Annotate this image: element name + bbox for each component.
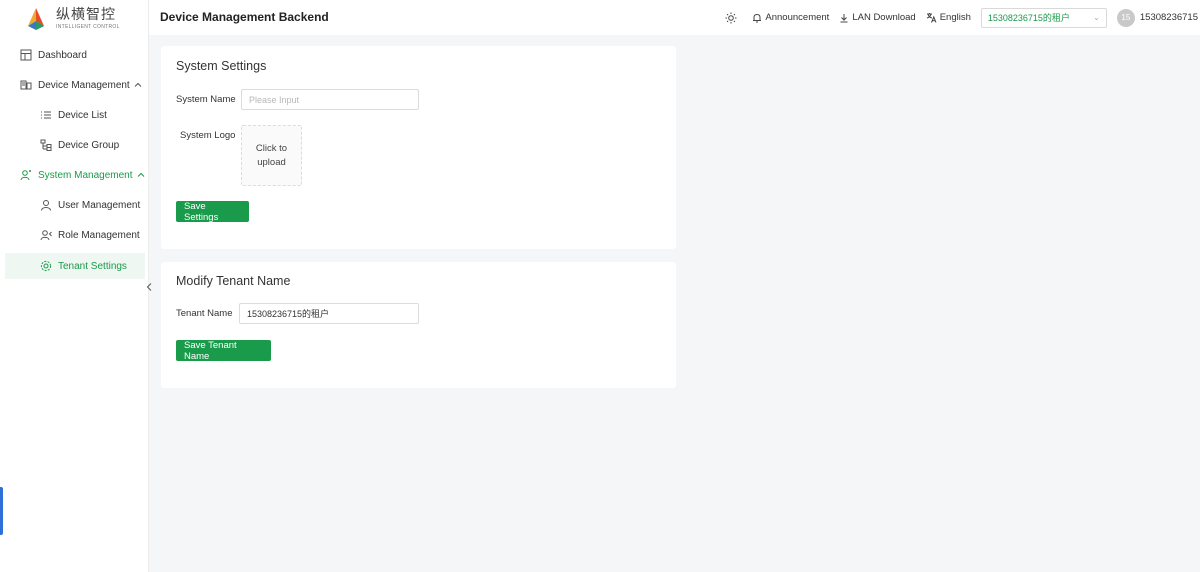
- save-settings-button[interactable]: Save Settings: [176, 201, 249, 223]
- user-name[interactable]: 15308236715: [1140, 12, 1198, 23]
- gear-icon: [40, 260, 52, 272]
- brand-name-cn: 纵横智控: [56, 7, 116, 23]
- upload-text-line2: upload: [257, 156, 286, 168]
- user-icon: [41, 200, 51, 211]
- top-header: Device Management Backend Announcement L…: [149, 0, 1200, 35]
- sidebar-item-label: System Management: [38, 169, 133, 181]
- tenant-name-input[interactable]: 15308236715的租户: [239, 303, 419, 324]
- sun-icon: [725, 12, 737, 23]
- tenant-name-title: Modify Tenant Name: [176, 274, 291, 288]
- tenant-name-card: Modify Tenant Name Tenant Name 153082367…: [161, 262, 676, 388]
- brand-logo: 纵横智控 INTELLIGENT CONTROL: [24, 5, 134, 33]
- side-drawer-tab[interactable]: [0, 487, 3, 535]
- system-name-label: System Name: [176, 94, 236, 105]
- announcement-button[interactable]: Announcement: [752, 12, 829, 23]
- upload-text-line1: Click to: [255, 142, 288, 154]
- system-management-icon: [20, 170, 31, 181]
- chevron-down-icon: ⌄: [1093, 13, 1100, 22]
- sidebar-item-role-management[interactable]: Role Management: [40, 222, 140, 248]
- group-icon: [40, 139, 52, 151]
- language-label: English: [939, 12, 971, 23]
- sidebar-item-label: Role Management: [58, 229, 140, 241]
- list-icon: [41, 111, 51, 119]
- avatar[interactable]: 15: [1116, 8, 1135, 27]
- language-switch[interactable]: English: [926, 12, 971, 23]
- logo-mark-icon: [28, 8, 44, 30]
- system-settings-card: System Settings System Name Please Input…: [161, 46, 676, 249]
- sidebar-item-label: Tenant Settings: [58, 260, 127, 272]
- system-settings-title: System Settings: [176, 59, 267, 73]
- logo-upload-box[interactable]: Click to upload: [241, 125, 302, 186]
- device-management-icon: [20, 80, 32, 90]
- sidebar-item-device-list[interactable]: Device List: [40, 102, 107, 128]
- tenant-select[interactable]: 15308236715的租户 ⌄: [980, 7, 1107, 28]
- system-name-input[interactable]: Please Input: [241, 89, 419, 110]
- sidebar-item-device-group[interactable]: Device Group: [40, 132, 119, 158]
- tenant-name-label: Tenant Name: [176, 308, 233, 319]
- system-logo-label: System Logo: [180, 130, 236, 141]
- dashboard-icon: [20, 49, 32, 61]
- sidebar-item-system-management[interactable]: System Management: [20, 162, 145, 188]
- bell-icon: [753, 13, 762, 22]
- sidebar-item-label: Device List: [58, 109, 107, 121]
- translate-icon: [926, 13, 937, 23]
- lan-download-button[interactable]: LAN Download: [839, 12, 916, 23]
- sidebar-item-tenant-settings[interactable]: Tenant Settings: [5, 253, 145, 279]
- tenant-select-value: 15308236715的租户: [987, 13, 1070, 23]
- sidebar-item-user-management[interactable]: User Management: [40, 192, 140, 218]
- announcement-label: Announcement: [765, 12, 830, 23]
- sidebar-collapse-button[interactable]: [143, 280, 155, 294]
- sidebar-item-label: Dashboard: [38, 49, 87, 61]
- sidebar-item-dashboard[interactable]: Dashboard: [20, 42, 87, 68]
- sidebar-item-label: Device Management: [38, 79, 130, 91]
- page-title: Device Management Backend: [160, 10, 329, 24]
- save-tenant-name-button[interactable]: Save Tenant Name: [176, 340, 271, 362]
- theme-toggle-button[interactable]: [725, 12, 740, 24]
- sidebar: 纵横智控 INTELLIGENT CONTROL Dashboard Devic…: [0, 0, 152, 572]
- chevron-left-icon: [146, 283, 152, 291]
- chevron-up-icon: [134, 82, 142, 87]
- role-icon: [40, 230, 52, 241]
- chevron-up-icon: [137, 172, 144, 177]
- brand-name-en: INTELLIGENT CONTROL: [56, 24, 120, 30]
- sidebar-item-label: User Management: [58, 199, 141, 211]
- sidebar-item-device-management[interactable]: Device Management: [20, 72, 142, 98]
- lan-download-label: LAN Download: [852, 12, 916, 23]
- download-icon: [840, 13, 848, 22]
- sidebar-item-label: Device Group: [58, 139, 120, 151]
